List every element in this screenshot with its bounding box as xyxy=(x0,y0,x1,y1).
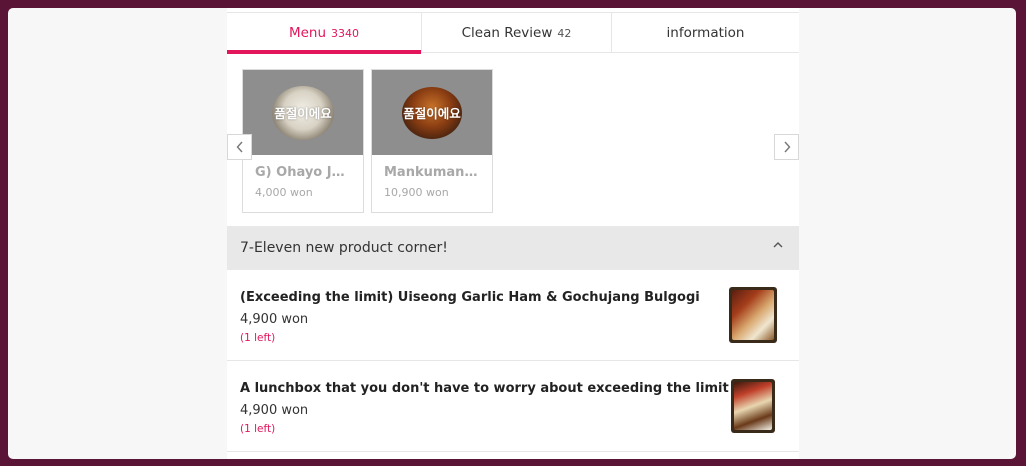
menu-list-item[interactable]: A lunchbox that you don't have to worry … xyxy=(227,361,799,452)
tab-menu[interactable]: Menu 3340 xyxy=(227,13,422,54)
tab-menu-count: 3340 xyxy=(331,26,360,40)
lunchbox-image xyxy=(732,290,774,340)
chevron-up-icon xyxy=(773,242,783,248)
carousel-card[interactable]: 품절이에요 Mankumangu ... 10,900 won xyxy=(371,69,493,213)
chevron-left-icon xyxy=(236,141,243,153)
carousel-card[interactable]: 품절이에요 G) Ohayo Jers... 4,000 won xyxy=(242,69,364,213)
carousel-item-price: 4,000 won xyxy=(255,186,313,199)
menu-item-price: 4,900 won xyxy=(240,403,309,418)
sold-out-badge: 품절이에요 xyxy=(403,106,461,121)
menu-item-stock: (1 left) xyxy=(240,332,276,344)
tab-clean-review-count: 42 xyxy=(557,26,572,40)
product-thumbnail: 품절이에요 xyxy=(372,70,492,155)
carousel-item-name: G) Ohayo Jers... xyxy=(255,165,363,180)
carousel-next-button[interactable] xyxy=(774,134,799,160)
sold-out-badge: 품절이에요 xyxy=(274,106,332,121)
menu-item-name: A lunchbox that you don't have to worry … xyxy=(240,381,729,396)
tab-menu-label: Menu xyxy=(288,25,327,41)
menu-item-name: (Exceeding the limit) Uiseong Garlic Ham… xyxy=(240,290,700,305)
menu-item-stock: (1 left) xyxy=(240,423,276,435)
tab-bar: Menu 3340 Clean Review 42 information xyxy=(227,12,799,54)
section-header[interactable]: 7-Eleven new product corner! xyxy=(227,226,799,270)
menu-item-image xyxy=(729,287,777,343)
tab-information-label: information xyxy=(666,25,745,41)
tab-clean-review[interactable]: Clean Review 42 xyxy=(422,13,612,53)
lunchbox-image xyxy=(734,382,772,430)
menu-list-item[interactable]: (Exceeding the limit) Uiseong Garlic Ham… xyxy=(227,270,799,361)
product-carousel: 품절이에요 G) Ohayo Jers... 4,000 won 품절이에요 M… xyxy=(227,60,799,218)
carousel-item-name: Mankumangu ... xyxy=(384,165,492,180)
store-menu-panel: Menu 3340 Clean Review 42 information 품절… xyxy=(227,8,799,459)
product-thumbnail: 품절이에요 xyxy=(243,70,363,155)
menu-item-image xyxy=(731,379,775,433)
chevron-right-icon xyxy=(783,141,790,153)
app-frame: Menu 3340 Clean Review 42 information 품절… xyxy=(8,8,1016,459)
menu-item-price: 4,900 won xyxy=(240,312,309,327)
tab-clean-review-label: Clean Review xyxy=(461,25,553,41)
section-title: 7-Eleven new product corner! xyxy=(240,240,448,256)
carousel-prev-button[interactable] xyxy=(227,134,252,160)
tab-information[interactable]: information xyxy=(612,13,799,53)
carousel-item-price: 10,900 won xyxy=(384,186,449,199)
